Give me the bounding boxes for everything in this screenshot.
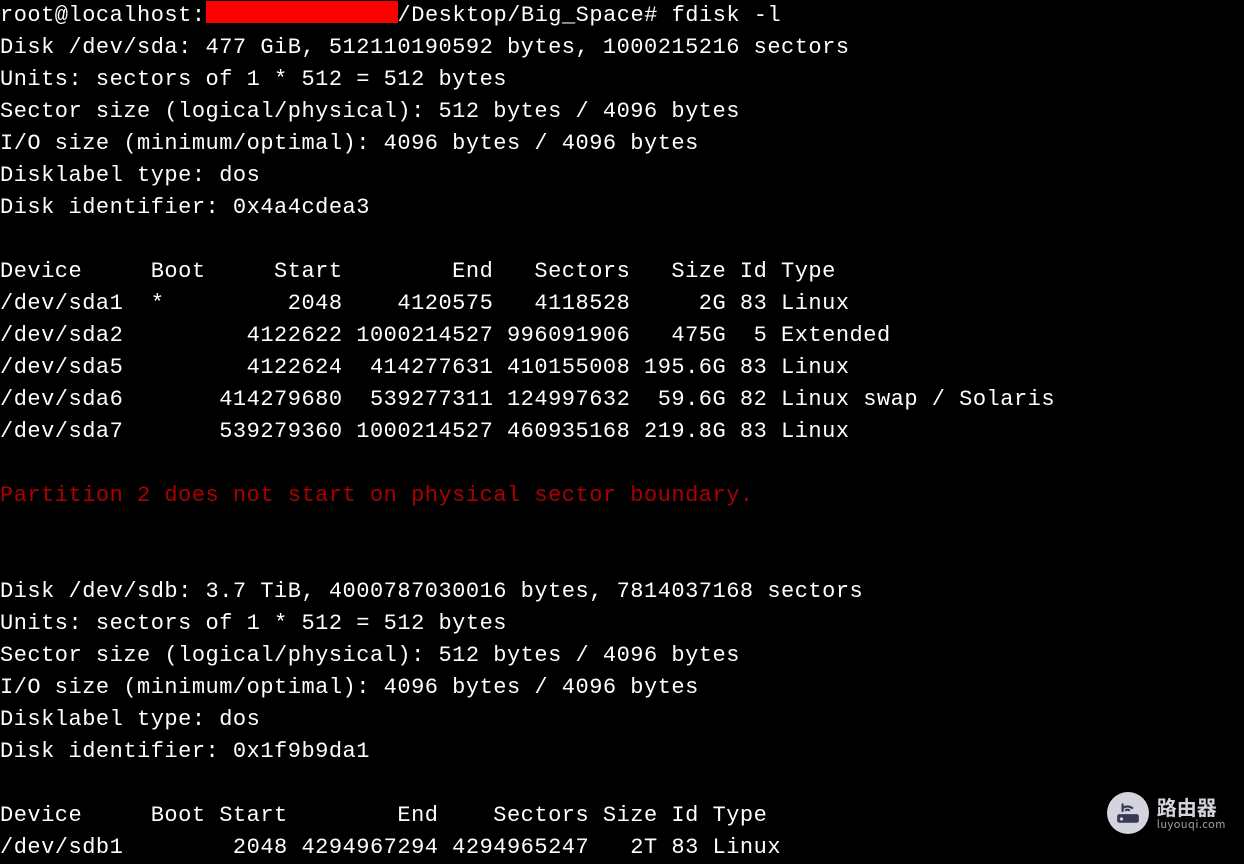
disk-b-label-type: Disklabel type: dos	[0, 707, 260, 732]
table-row: /dev/sda7 539279360 1000214527 460935168…	[0, 419, 850, 444]
disk-a-io-size: I/O size (minimum/optimal): 4096 bytes /…	[0, 131, 699, 156]
table-b-header: Device Boot Start End Sectors Size Id Ty…	[0, 803, 767, 828]
table-row: /dev/sdb1 2048 4294967294 4294965247 2T …	[0, 835, 781, 860]
disk-b-units: Units: sectors of 1 * 512 = 512 bytes	[0, 611, 507, 636]
table-row: /dev/sda5 4122624 414277631 410155008 19…	[0, 355, 850, 380]
table-a-header: Device Boot Start End Sectors Size Id Ty…	[0, 259, 836, 284]
table-row: /dev/sda1 * 2048 4120575 4118528 2G 83 L…	[0, 291, 850, 316]
prompt-space	[658, 3, 672, 28]
terminal-output[interactable]: root@localhost: /Desktop/Big_Space# fdisk…	[0, 0, 1244, 864]
watermark-sub: luyouqi.com	[1157, 818, 1226, 830]
prompt-user-host: root@localhost:	[0, 3, 206, 28]
disk-a-units: Units: sectors of 1 * 512 = 512 bytes	[0, 67, 507, 92]
partition-warning: Partition 2 does not start on physical s…	[0, 483, 754, 508]
disk-a-header: Disk /dev/sda: 477 GiB, 512110190592 byt…	[0, 35, 850, 60]
router-icon	[1107, 792, 1149, 834]
disk-b-header: Disk /dev/sdb: 3.7 TiB, 4000787030016 by…	[0, 579, 863, 604]
disk-a-sector-size: Sector size (logical/physical): 512 byte…	[0, 99, 740, 124]
watermark-title: 路由器	[1157, 796, 1226, 818]
table-row: /dev/sda2 4122622 1000214527 996091906 4…	[0, 323, 891, 348]
disk-b-identifier: Disk identifier: 0x1f9b9da1	[0, 739, 370, 764]
disk-a-label-type: Disklabel type: dos	[0, 163, 260, 188]
watermark: 路由器 luyouqi.com	[1107, 792, 1226, 834]
disk-a-identifier: Disk identifier: 0x4a4cdea3	[0, 195, 370, 220]
redacted-block	[206, 1, 398, 23]
command-text: fdisk -l	[672, 3, 782, 28]
disk-b-io-size: I/O size (minimum/optimal): 4096 bytes /…	[0, 675, 699, 700]
prompt-path: /Desktop/Big_Space#	[398, 3, 658, 28]
table-row: /dev/sda6 414279680 539277311 124997632 …	[0, 387, 1055, 412]
disk-b-sector-size: Sector size (logical/physical): 512 byte…	[0, 643, 740, 668]
watermark-text: 路由器 luyouqi.com	[1157, 796, 1226, 830]
